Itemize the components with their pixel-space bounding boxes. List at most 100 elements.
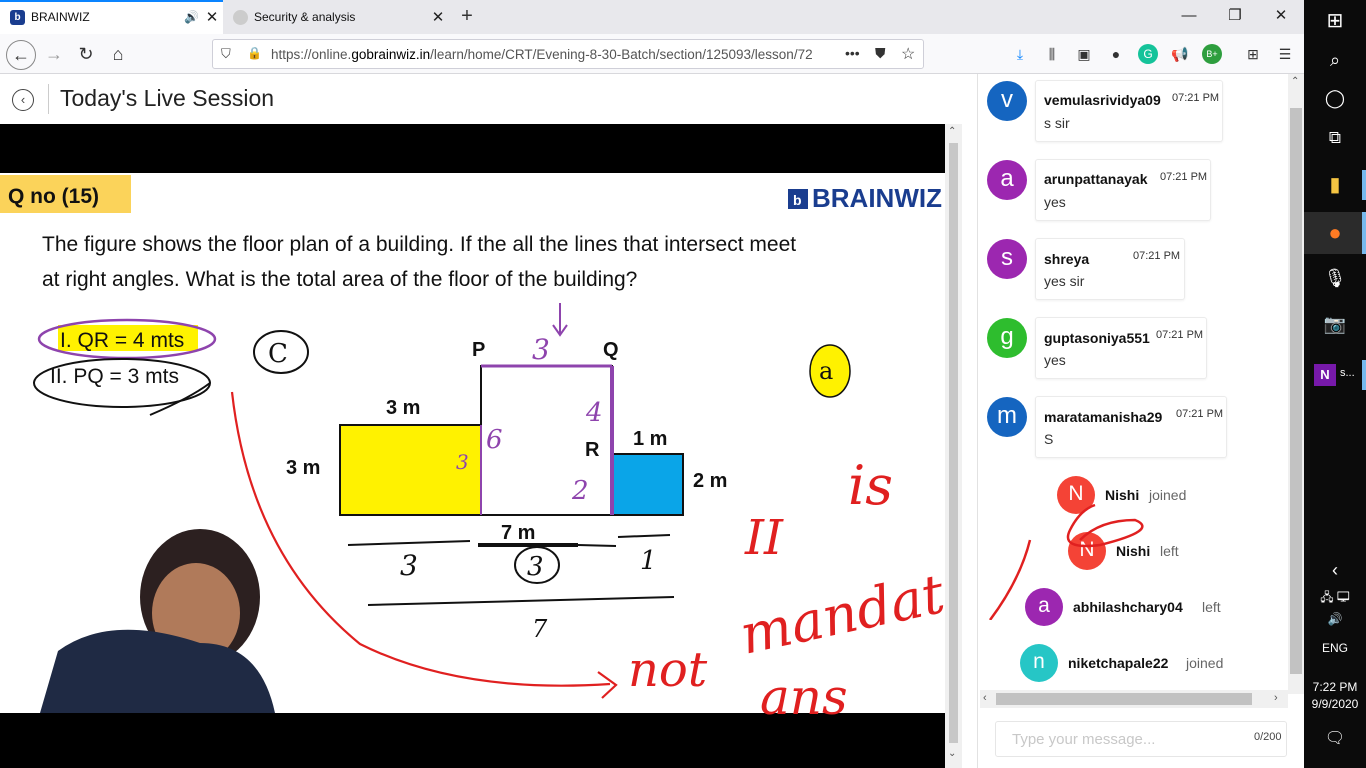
download-icon[interactable]: ⤓ (1010, 44, 1030, 64)
annotation-arrow (230, 391, 611, 687)
chat-time: 07:21 PM (1172, 92, 1220, 104)
chat-message: vemulasrividya09 07:21 PM s sir (1035, 80, 1223, 142)
show-hidden-icons-icon[interactable]: ‹ (1304, 560, 1366, 581)
windows-start-icon[interactable]: ⊞ (1304, 8, 1366, 33)
home-button[interactable]: ⌂ (104, 40, 132, 68)
voice-recorder-icon[interactable]: 🎙 (1304, 268, 1366, 289)
event-status: left (1202, 599, 1221, 615)
chat-message: shreya 07:21 PM yes sir (1035, 238, 1185, 300)
volume-icon[interactable]: 🔊 (1304, 612, 1366, 626)
chat-scroll-left-icon[interactable]: ‹ (983, 692, 987, 704)
github-favicon-icon (233, 9, 248, 25)
forward-button[interactable]: → (40, 40, 68, 68)
chat-username: vemulasrividya09 (1044, 92, 1161, 108)
camera-icon[interactable]: 📷 (1304, 314, 1366, 335)
chat-username: shreya (1044, 251, 1090, 267)
chat-text: yes sir (1044, 273, 1085, 289)
shield-icon[interactable]: ⛉ (221, 46, 231, 62)
hand-is: is (848, 454, 893, 517)
file-explorer-icon[interactable]: ▮ (1304, 172, 1366, 197)
chat-time: 07:21 PM (1160, 171, 1208, 183)
sidebar-icon[interactable]: ▣ (1074, 44, 1094, 64)
reload-button[interactable]: ↻ (72, 40, 100, 68)
minimize-button[interactable]: — (1166, 0, 1212, 34)
lock-icon[interactable]: 🔒 (247, 46, 262, 60)
event-status: joined (1186, 655, 1224, 671)
chat-username: arunpattanayak (1044, 171, 1148, 187)
speaker-icon[interactable]: 🔊 (184, 10, 199, 24)
event-status: joined (1149, 487, 1187, 503)
menu-icon[interactable]: ☰ (1275, 44, 1295, 64)
chat-scroll-up-icon[interactable]: ⌃ (1291, 76, 1299, 87)
chat-scroll-right-icon[interactable]: › (1274, 692, 1278, 704)
chat-time: 07:21 PM (1156, 329, 1204, 341)
url-text[interactable]: https://online.gobrainwiz.in/learn/home/… (271, 47, 846, 62)
restore-button[interactable]: ❐ (1212, 0, 1258, 34)
network-icon[interactable]: 🖧 🖵 (1304, 588, 1366, 609)
back-button[interactable]: ← (6, 40, 36, 70)
scroll-down-icon[interactable]: ⌄ (948, 748, 956, 759)
chat-time: 07:21 PM (1176, 408, 1224, 420)
pocket-icon[interactable]: ⛊ (875, 45, 886, 62)
firefox-icon[interactable]: ● (1304, 220, 1366, 246)
library-icon[interactable]: ⫼ (1042, 44, 1062, 64)
page-scroll-thumb[interactable] (949, 143, 958, 743)
extension-b-icon[interactable]: B+ (1202, 44, 1222, 64)
chat-hscroll-thumb[interactable] (996, 693, 1252, 705)
onenote-icon[interactable]: N (1314, 364, 1336, 386)
close-window-button[interactable]: ✕ (1258, 0, 1304, 34)
tab-brainwiz[interactable]: b BRAINWIZ 🔊 ✕ (0, 0, 223, 34)
chat-message: guptasoniya551 07:21 PM yes (1035, 317, 1207, 379)
notification-icon[interactable]: 🗨 (1304, 728, 1366, 748)
chat-divider (977, 74, 978, 768)
clock-time[interactable]: 7:22 PM (1304, 680, 1366, 694)
search-icon[interactable]: ⌕ (1304, 50, 1366, 71)
chat-message: maratamanisha29 07:21 PM S (1035, 396, 1227, 458)
video-player[interactable]: Q no (15) b BRAINWIZ The figure shows th… (0, 124, 945, 768)
hand-ans: ans (760, 668, 848, 726)
chat-text: S (1044, 431, 1054, 447)
page-title: Today's Live Session (60, 85, 275, 111)
scroll-up-icon[interactable]: ⌃ (948, 126, 956, 137)
address-bar[interactable]: ⛉ 🔒 https://online.gobrainwiz.in/learn/h… (212, 39, 924, 69)
megaphone-icon[interactable]: 📢 (1170, 44, 1190, 64)
avatar: n (1020, 644, 1058, 682)
close-tab-icon[interactable]: ✕ (201, 8, 223, 26)
tab-title: Security & analysis (254, 10, 356, 24)
chat-username: guptasoniya551 (1044, 330, 1150, 346)
char-counter: 0/200 (1254, 731, 1282, 743)
divider (48, 84, 49, 114)
bookmark-star-icon[interactable]: ☆ (901, 44, 915, 64)
avatar: g (987, 318, 1027, 358)
active-indicator (1362, 170, 1366, 200)
chat-scroll-thumb[interactable] (1290, 108, 1302, 674)
hand-roman-two: II (744, 510, 784, 566)
active-indicator (1362, 360, 1366, 390)
avatar: v (987, 81, 1027, 121)
onenote-label[interactable]: s... (1340, 367, 1355, 379)
cortana-icon[interactable]: ◯ (1304, 88, 1366, 109)
event-username: niketchapale22 (1068, 655, 1169, 671)
chat-message-input[interactable]: Type your message... (995, 721, 1287, 757)
tab-security[interactable]: Security & analysis ✕ (223, 0, 449, 34)
avatar: s (987, 239, 1027, 279)
close-tab-icon[interactable]: ✕ (427, 8, 449, 26)
chat-text: yes (1044, 352, 1066, 368)
chat-time: 07:21 PM (1133, 250, 1181, 262)
back-arrow-icon[interactable]: ‹ (12, 89, 34, 111)
clock-date[interactable]: 9/9/2020 (1304, 697, 1366, 711)
avatar: a (987, 160, 1027, 200)
extensions-icon[interactable]: ⊞ (1243, 44, 1263, 64)
chat-message: arunpattanayak 07:21 PM yes (1035, 159, 1211, 221)
chat-text: yes (1044, 194, 1066, 210)
task-view-icon[interactable]: ⧉ (1304, 128, 1366, 148)
new-tab-button[interactable]: + (454, 4, 480, 30)
brainwiz-favicon-icon: b (10, 9, 25, 25)
active-indicator (1362, 212, 1366, 254)
annotation-layer: II is not mandatory ans (230, 391, 945, 726)
account-icon[interactable]: ● (1106, 44, 1126, 64)
language-indicator[interactable]: ENG (1304, 641, 1366, 655)
page-actions-icon[interactable]: ••• (845, 45, 860, 61)
grammarly-icon[interactable]: G (1138, 44, 1158, 64)
chat-text: s sir (1044, 115, 1070, 131)
